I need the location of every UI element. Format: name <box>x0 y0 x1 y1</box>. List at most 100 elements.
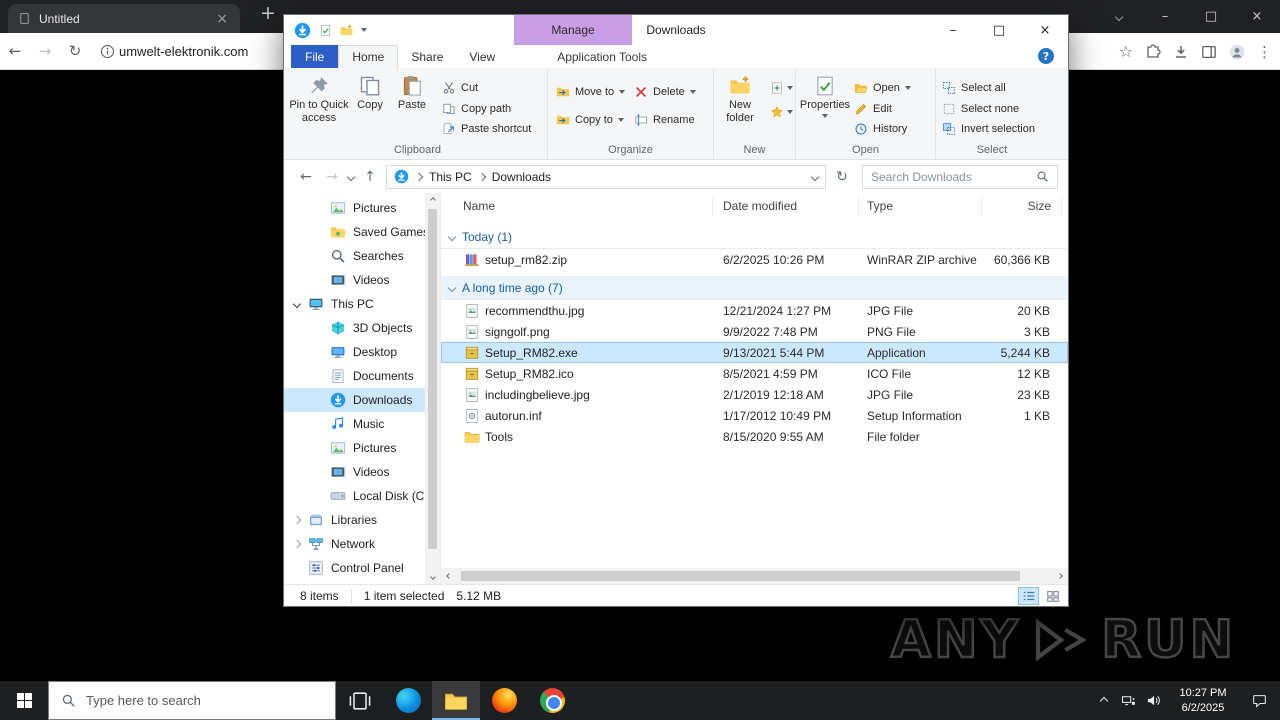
group-header-today[interactable]: Today (1) <box>441 225 1068 249</box>
recent-locations-caret[interactable] <box>346 172 356 181</box>
breadcrumb[interactable]: This PC Downloads <box>386 164 826 189</box>
file-row[interactable]: recommendthu.jpg 12/21/2024 1:27 PM JPG … <box>441 300 1068 321</box>
breadcrumb-downloads[interactable]: Downloads <box>492 170 551 184</box>
column-header-date-modified[interactable]: Date modified <box>713 196 859 216</box>
address-dropdown-caret[interactable] <box>810 172 820 181</box>
select-all-button[interactable]: Select all <box>942 79 1035 97</box>
open-button[interactable]: Open <box>854 79 911 97</box>
browser-close-button[interactable]: × <box>1234 0 1280 33</box>
pin-to-quick-access-button[interactable]: Pin to Quick access <box>288 72 350 138</box>
url-text[interactable]: umwelt-elektronik.com <box>119 44 248 59</box>
start-button[interactable] <box>0 681 48 720</box>
sidebar-item-pictures-2[interactable]: Pictures <box>284 436 426 460</box>
sidebar-item-pictures[interactable]: Pictures <box>284 196 426 220</box>
volume-tray-icon[interactable] <box>1141 693 1166 708</box>
taskbar-search-input[interactable]: Type here to search <box>48 681 336 720</box>
taskbar-clock[interactable]: 10:27 PM 6/2/2025 <box>1166 686 1240 715</box>
select-none-button[interactable]: Select none <box>942 100 1035 118</box>
sidebar-item-saved-games[interactable]: Saved Games <box>284 220 426 244</box>
browser-refresh-icon[interactable]: ↻ <box>60 42 90 60</box>
file-row[interactable]: signgolf.png 9/9/2022 7:48 PM PNG File 3… <box>441 321 1068 342</box>
group-header-a-long-time-ago[interactable]: A long time ago (7) <box>441 276 1068 300</box>
large-icons-view-button[interactable] <box>1042 587 1063 605</box>
explorer-maximize-button[interactable]: □ <box>976 15 1022 45</box>
help-icon[interactable]: ? <box>1038 48 1054 64</box>
invert-selection-button[interactable]: Invert selection <box>942 120 1035 138</box>
bookmark-star-icon[interactable]: ☆ <box>1119 42 1133 61</box>
qat-customize-caret[interactable] <box>361 28 367 32</box>
back-button[interactable]: ← <box>296 169 316 185</box>
tab-file[interactable]: File <box>291 45 339 68</box>
file-explorer-taskbar-button[interactable] <box>432 681 480 720</box>
browser-minimize-button[interactable]: – <box>1142 0 1188 33</box>
file-row-selected[interactable]: Setup_RM82.exe 9/13/2021 5:44 PM Applica… <box>441 342 1068 363</box>
browser-maximize-button[interactable]: □ <box>1188 0 1234 33</box>
properties-button[interactable]: Properties <box>796 72 854 138</box>
new-item-button[interactable] <box>770 81 793 95</box>
easy-access-button[interactable] <box>770 105 793 119</box>
browser-tab[interactable]: Untitled × <box>8 4 240 33</box>
sidebar-item-searches[interactable]: Searches <box>284 244 426 268</box>
site-info-icon[interactable] <box>100 44 115 59</box>
explorer-close-button[interactable]: × <box>1022 15 1068 45</box>
group-collapse-icon[interactable] <box>447 283 457 292</box>
file-row[interactable]: includingbelieve.jpg 2/1/2019 12:18 AM J… <box>441 384 1068 405</box>
rename-button[interactable]: Rename <box>634 111 696 129</box>
collapse-chevron-icon[interactable] <box>292 515 302 525</box>
file-row[interactable]: setup_rm82.zip 6/2/2025 10:26 PM WinRAR … <box>441 249 1068 270</box>
tab-search-icon[interactable] <box>1096 0 1142 33</box>
scrollbar-thumb[interactable] <box>461 571 1021 581</box>
edit-button[interactable]: Edit <box>854 100 911 118</box>
sidebar-item-this-pc[interactable]: This PC <box>284 292 426 316</box>
edge-taskbar-button[interactable] <box>384 681 432 720</box>
scroll-up-icon[interactable] <box>425 193 440 207</box>
firefox-taskbar-button[interactable] <box>480 681 528 720</box>
file-row[interactable]: Setup_RM82.ico 8/5/2021 4:59 PM ICO File… <box>441 363 1068 384</box>
new-tab-button[interactable]: + <box>256 2 280 24</box>
search-icon[interactable] <box>1036 170 1049 183</box>
action-center-icon[interactable] <box>1240 693 1278 708</box>
tab-share[interactable]: Share <box>398 45 456 68</box>
profile-avatar[interactable] <box>1229 44 1245 60</box>
new-folder-button[interactable]: New folder <box>714 72 766 138</box>
up-button[interactable]: ↑ <box>360 169 380 185</box>
copy-to-button[interactable]: Copy to <box>556 111 634 129</box>
delete-button[interactable]: Delete <box>634 83 696 101</box>
downloads-icon[interactable] <box>1173 44 1189 60</box>
tab-application-tools[interactable]: Application Tools <box>544 45 660 68</box>
navigation-scrollbar[interactable] <box>425 193 440 584</box>
column-header-size[interactable]: Size <box>982 196 1062 216</box>
scrollbar-thumb[interactable] <box>428 209 437 549</box>
network-tray-icon[interactable] <box>1116 693 1141 708</box>
breadcrumb-this-pc[interactable]: This PC <box>429 170 472 184</box>
group-collapse-icon[interactable] <box>447 232 457 241</box>
horizontal-scrollbar[interactable] <box>441 568 1068 584</box>
explorer-minimize-button[interactable]: – <box>930 15 976 45</box>
copy-button[interactable]: Copy <box>350 72 390 138</box>
sidebar-item-local-disk-c[interactable]: Local Disk (C:) <box>284 484 426 508</box>
sidebar-item-libraries[interactable]: Libraries <box>284 508 426 532</box>
sidebar-item-desktop[interactable]: Desktop <box>284 340 426 364</box>
task-view-button[interactable] <box>336 681 384 720</box>
paste-shortcut-button[interactable]: Paste shortcut <box>442 120 531 138</box>
browser-back-icon[interactable]: ← <box>0 42 30 60</box>
sidebar-item-videos-2[interactable]: Videos <box>284 460 426 484</box>
sidebar-item-downloads[interactable]: Downloads <box>284 388 426 412</box>
explorer-title-bar[interactable]: Downloads Manage – □ × <box>284 15 1068 45</box>
sidebar-item-videos[interactable]: Videos <box>284 268 426 292</box>
refresh-button[interactable]: ↻ <box>832 169 852 185</box>
details-view-button[interactable] <box>1018 587 1039 605</box>
scroll-down-icon[interactable] <box>425 570 440 584</box>
column-header-type[interactable]: Type <box>859 196 982 216</box>
file-row[interactable]: Tools 8/15/2020 9:55 AM File folder <box>441 426 1068 447</box>
tab-home[interactable]: Home <box>338 45 399 68</box>
extensions-puzzle-icon[interactable] <box>1145 44 1161 60</box>
scroll-left-icon[interactable] <box>441 573 457 579</box>
qat-properties-icon[interactable] <box>319 24 332 37</box>
cut-button[interactable]: Cut <box>442 79 531 97</box>
scroll-right-icon[interactable] <box>1052 573 1068 579</box>
file-row[interactable]: autorun.inf 1/17/2012 10:49 PM Setup Inf… <box>441 405 1068 426</box>
search-input[interactable]: Search Downloads <box>862 164 1058 189</box>
browser-forward-icon[interactable]: → <box>30 42 60 60</box>
sidebar-item-network[interactable]: Network <box>284 532 426 556</box>
